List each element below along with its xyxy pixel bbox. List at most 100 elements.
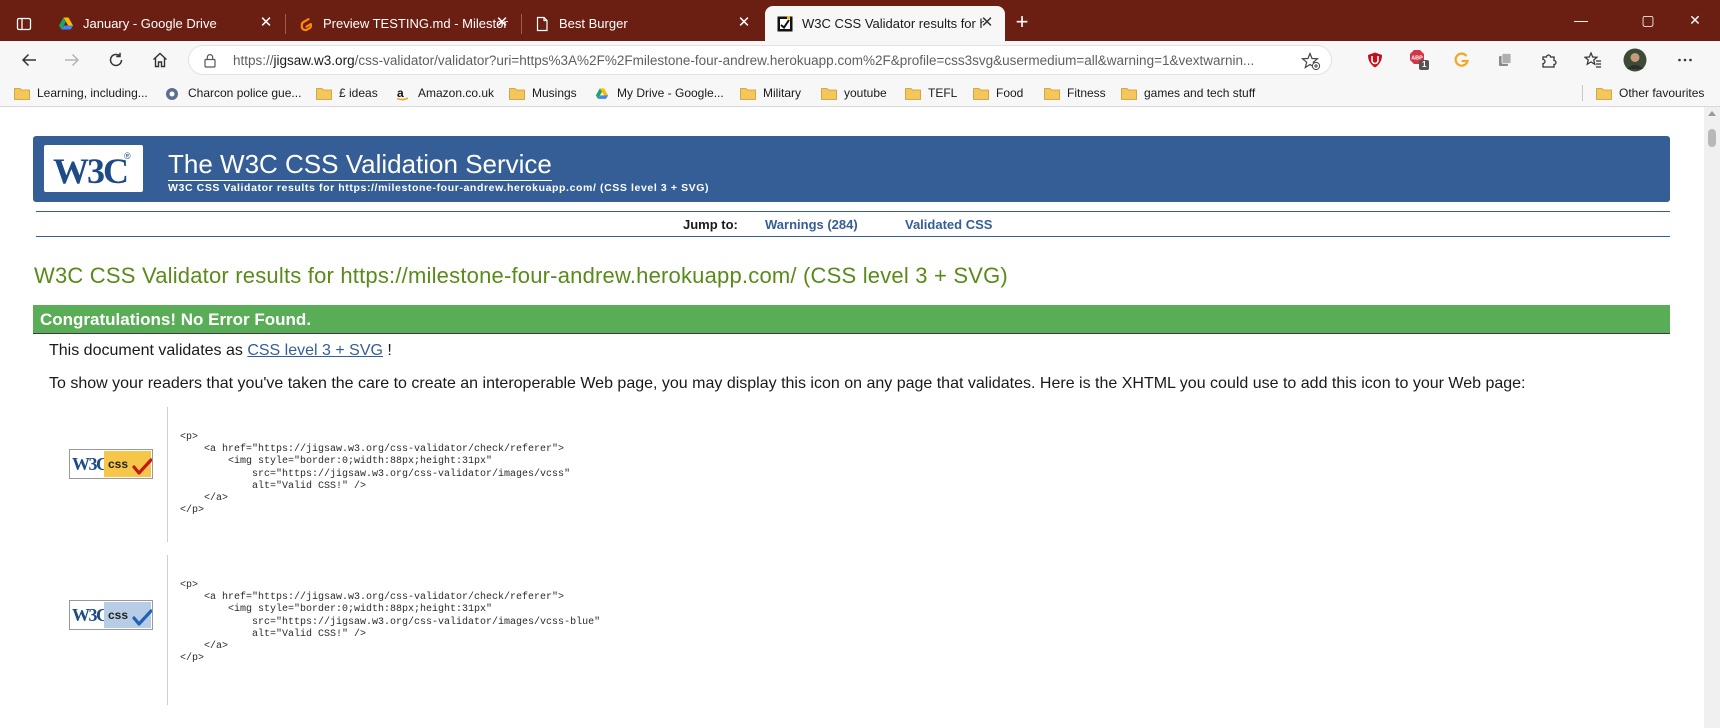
w3c-banner: W3C ® The W3C CSS Validation Service W3C…	[33, 136, 1670, 202]
valid-css-badge-gold[interactable]: W3C css	[69, 449, 153, 479]
bookmark-ideas[interactable]: £ ideas	[316, 84, 378, 102]
url-text[interactable]: https://jigsaw.w3.org/css-validator/vali…	[233, 53, 1293, 68]
badge-w3c-text: W3C	[72, 605, 109, 625]
logo-text: W3C	[53, 151, 129, 191]
jump-label: Jump to:	[683, 217, 738, 232]
badge-snippet-blue: W3C css <p> <a href="https://jigsaw.w3.o…	[49, 555, 1349, 705]
adblock-plus-icon[interactable]: ABP 1	[1404, 45, 1434, 75]
refresh-button[interactable]	[101, 45, 131, 75]
forward-button[interactable]	[57, 45, 87, 75]
bookmark-fitness[interactable]: Fitness	[1044, 84, 1106, 102]
bookmark-musings[interactable]: Musings	[509, 84, 577, 102]
close-window-icon[interactable]: ✕	[1672, 6, 1718, 34]
bookmark-other-favourites[interactable]: Other favourites	[1596, 84, 1704, 102]
add-favourite-icon[interactable]	[1300, 51, 1321, 76]
close-icon[interactable]: ✕	[494, 15, 510, 31]
minimize-icon[interactable]: —	[1558, 6, 1604, 34]
validates-suffix: !	[382, 342, 392, 359]
ublock-icon[interactable]	[1360, 45, 1390, 75]
bookmark-games-tech[interactable]: games and tech stuff	[1121, 84, 1255, 102]
scroll-thumb[interactable]	[1708, 129, 1716, 147]
browser-toolbar: https://jigsaw.w3.org/css-validator/vali…	[0, 41, 1720, 79]
results-heading: W3C CSS Validator results for https://mi…	[34, 263, 1008, 288]
snippet-divider	[167, 555, 168, 705]
extension-badge: 1	[1422, 60, 1427, 69]
bookmark-label: £ ideas	[339, 86, 378, 100]
css-level-link[interactable]: CSS level 3 + SVG	[247, 342, 383, 359]
home-button[interactable]	[145, 45, 175, 75]
bookmark-label: Charcon police gue...	[188, 86, 302, 100]
xhtml-code-snippet[interactable]: <p> <a href="https://jigsaw.w3.org/css-v…	[180, 580, 600, 665]
bookmark-label: Other favourites	[1619, 86, 1705, 100]
bookmark-label: games and tech stuff	[1144, 86, 1256, 100]
bookmark-my-drive[interactable]: My Drive - Google...	[594, 84, 724, 102]
favourites-icon[interactable]	[1578, 45, 1608, 75]
google-drive-icon	[58, 16, 74, 32]
folder-icon	[509, 87, 525, 100]
badge-snippet-gold: W3C css <p> <a href="https://jigsaw.w3.o…	[49, 407, 1349, 542]
congratulations-text: Congratulations! No Error Found.	[40, 310, 312, 329]
profile-avatar[interactable]	[1620, 45, 1650, 75]
lock-icon[interactable]	[203, 53, 217, 73]
tab-best-burger[interactable]: Best Burger ✕	[522, 6, 762, 41]
w3c-favicon-icon	[777, 15, 793, 32]
maximize-icon[interactable]: ▢	[1625, 6, 1671, 34]
bookmark-military[interactable]: Military	[740, 84, 801, 102]
tab-title: Preview TESTING.md - Milestone	[323, 16, 508, 31]
bookmark-charcon[interactable]: Charcon police gue...	[165, 84, 301, 102]
bookmark-label: Learning, including...	[37, 86, 148, 100]
tab-w3c-validator[interactable]: W3C CSS Validator results for htt ✕	[765, 6, 1005, 41]
valid-css-badge-blue[interactable]: W3C css	[69, 600, 153, 630]
tab-strip: January - Google Drive ✕ Preview TESTING…	[0, 0, 1720, 41]
folder-icon	[1121, 87, 1137, 100]
address-bar[interactable]: https://jigsaw.w3.org/css-validator/vali…	[188, 45, 1332, 75]
extensions-puzzle-icon[interactable]	[1534, 45, 1564, 75]
grammarly-icon[interactable]	[1447, 45, 1477, 75]
warnings-link[interactable]: Warnings (284)	[765, 217, 858, 232]
bookmark-label: Fitness	[1067, 86, 1106, 100]
page-scrollbar[interactable]	[1704, 107, 1720, 728]
new-tab-button[interactable]: +	[1008, 9, 1036, 37]
tab-actions-icon[interactable]	[8, 8, 40, 40]
bookmark-food[interactable]: Food	[973, 84, 1023, 102]
tab-preview-testing[interactable]: Preview TESTING.md - Milestone ✕	[286, 6, 520, 41]
xhtml-code-snippet[interactable]: <p> <a href="https://jigsaw.w3.org/css-v…	[180, 432, 570, 517]
bookmark-label: My Drive - Google...	[617, 86, 724, 100]
amazon-icon: a	[395, 86, 411, 100]
favourites-bar: Learning, including... Charcon police gu…	[0, 79, 1720, 107]
close-icon[interactable]: ✕	[736, 15, 752, 31]
validated-css-link[interactable]: Validated CSS	[905, 217, 992, 232]
folder-icon	[1044, 87, 1060, 100]
w3c-logo[interactable]: W3C ®	[44, 145, 143, 192]
scroll-up-icon[interactable]	[1708, 111, 1716, 116]
close-icon[interactable]: ✕	[258, 15, 274, 31]
bookmark-label: Food	[996, 86, 1024, 100]
folder-icon	[973, 87, 989, 100]
bookmark-tefl[interactable]: TEFL	[905, 84, 957, 102]
tab-google-drive[interactable]: January - Google Drive ✕	[46, 6, 284, 41]
checkmark-icon	[132, 458, 153, 476]
bookmark-amazon[interactable]: a Amazon.co.uk	[395, 84, 494, 102]
validates-prefix: This document validates as	[49, 342, 248, 359]
collections-extension-icon[interactable]	[1490, 45, 1520, 75]
folder-icon	[740, 87, 756, 100]
banner-subtitle: W3C CSS Validator results for https://mi…	[168, 182, 710, 194]
readers-message: To show your readers that you've taken t…	[49, 375, 1526, 392]
tab-title: Best Burger	[559, 16, 628, 31]
badge-w3c-text: W3C	[72, 454, 109, 474]
back-button[interactable]	[14, 45, 44, 75]
checkmark-icon	[132, 609, 153, 627]
more-options-icon[interactable]	[1670, 45, 1700, 75]
gitpod-icon	[298, 16, 314, 32]
close-icon[interactable]: ✕	[979, 15, 995, 31]
bookmark-learning[interactable]: Learning, including...	[14, 84, 148, 102]
banner-title[interactable]: The W3C CSS Validation Service	[168, 149, 552, 181]
svg-text:a: a	[397, 87, 404, 100]
snippet-divider	[167, 407, 168, 542]
bookmark-youtube[interactable]: youtube	[821, 84, 887, 102]
tab-title: January - Google Drive	[83, 16, 217, 31]
folder-icon	[316, 87, 332, 100]
bookmark-label: youtube	[844, 86, 887, 100]
folder-icon	[905, 87, 921, 100]
folder-icon	[1596, 87, 1612, 100]
